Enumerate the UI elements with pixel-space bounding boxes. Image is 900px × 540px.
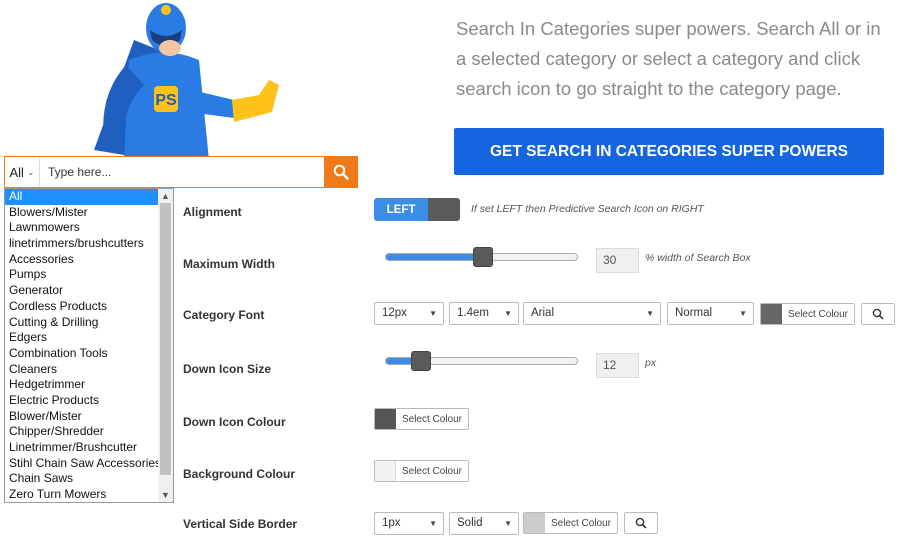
vertical-side-border-label: Vertical Side Border (183, 517, 298, 531)
alignment-toggle-value: LEFT (374, 198, 428, 221)
category-option[interactable]: Lawnmowers (5, 220, 159, 236)
colour-swatch (524, 513, 545, 533)
toggle-knob (428, 198, 460, 221)
font-size-select[interactable]: 12px ▼ (374, 302, 444, 325)
category-option[interactable]: Cutting & Drilling (5, 315, 159, 331)
category-option[interactable]: Cleaners (5, 362, 159, 378)
max-width-slider[interactable] (385, 247, 578, 267)
category-option[interactable]: Pumps (5, 267, 159, 283)
superhero-mascot-image: PS (94, 3, 279, 160)
down-icon-size-slider[interactable] (385, 351, 578, 371)
svg-text:PS: PS (155, 92, 177, 109)
category-dropdown-list[interactable]: All Blowers/Mister Lawnmowers linetrimmers/… (4, 188, 174, 503)
border-style-value: Solid (457, 517, 483, 529)
category-option[interactable]: Edgers (5, 330, 159, 346)
slider-handle[interactable] (411, 351, 431, 371)
category-option[interactable]: Cordless Products (5, 299, 159, 315)
colour-swatch (375, 461, 396, 481)
border-colour-picker[interactable]: Select Colour (523, 512, 618, 534)
category-option[interactable]: Combination Tools (5, 346, 159, 362)
background-colour-label: Background Colour (183, 467, 296, 481)
category-option[interactable]: Chipper/Shredder (5, 424, 159, 440)
category-option[interactable]: All (5, 189, 159, 205)
border-width-select[interactable]: 1px ▼ (374, 512, 444, 535)
category-option[interactable]: Generator (5, 283, 159, 299)
category-option[interactable]: Electric Products (5, 393, 159, 409)
category-option[interactable]: Accessories (5, 252, 159, 268)
border-width-value: 1px (382, 517, 401, 529)
font-size-value: 12px (382, 307, 407, 319)
category-select-value: All (9, 164, 24, 180)
scroll-up-icon[interactable]: ▲ (158, 189, 173, 203)
category-select[interactable]: All ⌄ (5, 157, 40, 187)
border-style-select[interactable]: Solid ▼ (449, 512, 519, 535)
category-option[interactable]: Zero Turn Mowers (5, 487, 159, 502)
alignment-label: Alignment (183, 205, 242, 219)
search-icon (635, 517, 647, 529)
dropdown-arrow-icon: ▼ (504, 519, 512, 528)
search-icon (872, 308, 884, 320)
select-colour-label: Select Colour (401, 413, 462, 425)
colour-swatch (761, 304, 782, 324)
max-width-label: Maximum Width (183, 257, 275, 271)
dropdown-arrow-icon: ▼ (429, 519, 437, 528)
down-icon-size-unit: px (645, 357, 657, 369)
line-height-select[interactable]: 1.4em ▼ (449, 302, 519, 325)
slider-fill (386, 254, 483, 260)
search-input[interactable] (40, 157, 324, 187)
select-colour-label: Select Colour (401, 465, 462, 477)
colour-swatch (375, 409, 396, 429)
category-font-label: Category Font (183, 308, 265, 322)
max-width-input[interactable]: 30 (596, 248, 639, 273)
down-icon-colour-label: Down Icon Colour (183, 415, 286, 429)
dropdown-arrow-icon: ▼ (739, 309, 747, 318)
scroll-down-icon[interactable]: ▼ (158, 488, 173, 502)
alignment-hint: If set LEFT then Predictive Search Icon … (471, 203, 704, 215)
font-weight-value: Normal (675, 307, 713, 319)
background-colour-picker[interactable]: Select Colour (374, 460, 469, 482)
category-option[interactable]: Chain Saws (5, 471, 159, 487)
dropdown-arrow-icon: ▼ (646, 309, 654, 318)
scrollbar[interactable]: ▲ ▼ (158, 189, 173, 502)
font-preview-button[interactable] (861, 303, 895, 325)
font-family-value: Arial (531, 307, 555, 319)
category-font-colour-picker[interactable]: Select Colour (760, 303, 855, 325)
category-option[interactable]: linetrimmers/brushcutters (5, 236, 159, 252)
select-colour-label: Select Colour (550, 517, 611, 529)
promo-description: Search In Categories super powers. Searc… (456, 18, 881, 99)
alignment-toggle[interactable]: LEFT (374, 198, 460, 221)
dropdown-arrow-icon: ▼ (504, 309, 512, 318)
select-colour-label: Select Colour (787, 308, 848, 320)
get-super-powers-button[interactable]: GET SEARCH IN CATEGORIES SUPER POWERS (454, 128, 884, 175)
chevron-down-icon: ⌄ (26, 166, 35, 177)
down-icon-size-input[interactable]: 12 (596, 353, 639, 378)
search-icon (333, 164, 349, 180)
max-width-unit: % width of Search Box (645, 252, 751, 264)
line-height-value: 1.4em (457, 307, 489, 319)
category-option[interactable]: Blowers/Mister (5, 205, 159, 221)
down-icon-colour-picker[interactable]: Select Colour (374, 408, 469, 430)
category-option[interactable]: Hedgetrimmer (5, 377, 159, 393)
down-icon-size-label: Down Icon Size (183, 362, 272, 376)
search-button[interactable] (324, 157, 357, 187)
scroll-thumb[interactable] (160, 203, 171, 475)
dropdown-arrow-icon: ▼ (429, 309, 437, 318)
border-preview-button[interactable] (624, 512, 658, 534)
search-bar: All ⌄ (4, 156, 358, 188)
category-option[interactable]: Stihl Chain Saw Accessories (5, 456, 161, 472)
font-family-select[interactable]: Arial ▼ (523, 302, 661, 325)
category-options: All Blowers/Mister Lawnmowers linetrimmers/… (5, 189, 161, 502)
font-weight-select[interactable]: Normal ▼ (667, 302, 754, 325)
category-option[interactable]: Linetrimmer/Brushcutter (5, 440, 159, 456)
category-option[interactable]: Blower/Mister (5, 409, 159, 425)
slider-handle[interactable] (473, 247, 493, 267)
